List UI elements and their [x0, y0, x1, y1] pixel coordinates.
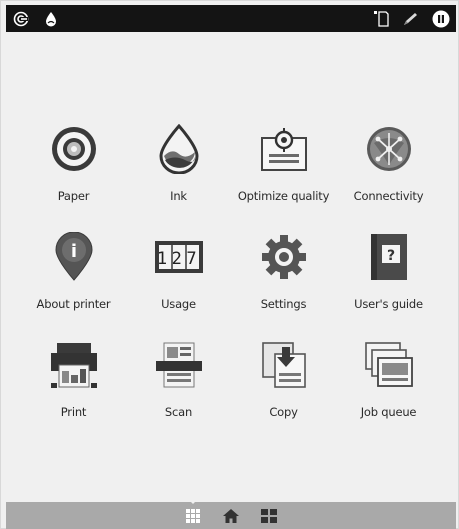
printer-home-screen: Paper Ink Optimize quality Connectivity … [0, 0, 459, 529]
bottom-nav-bar [6, 500, 456, 529]
tile-label: User's guide [354, 297, 423, 311]
active-indicator [189, 500, 197, 504]
info-pin-icon: i [49, 232, 99, 282]
network-icon[interactable] [12, 10, 30, 28]
help-book-icon: ? [364, 232, 414, 282]
tile-label: Optimize quality [237, 189, 330, 203]
app-tile-usage[interactable]: 127 Usage [126, 227, 231, 335]
apps-grid-icon [186, 509, 200, 523]
app-grid: Paper Ink Optimize quality Connectivity … [21, 119, 441, 443]
app-tile-copy[interactable]: Copy [231, 335, 336, 443]
scanner-icon [154, 340, 204, 390]
usage-counter-icon: 127 [154, 232, 204, 282]
widgets-icon [261, 509, 277, 523]
apps-grid-button[interactable] [184, 500, 202, 525]
app-tile-print[interactable]: Print [21, 335, 126, 443]
home-button[interactable] [222, 507, 240, 525]
tile-label: About printer [36, 297, 111, 311]
tile-label: Ink [170, 189, 187, 203]
app-tile-settings[interactable]: Settings [231, 227, 336, 335]
status-bar [6, 5, 456, 32]
app-tile-job-queue[interactable]: Job queue [336, 335, 441, 443]
home-icon [223, 509, 239, 523]
tile-label: Copy [269, 405, 298, 419]
ink-drop-icon [154, 124, 204, 174]
help-symbol: ? [386, 248, 394, 264]
app-tile-about-printer[interactable]: i About printer [21, 227, 126, 335]
app-tile-paper[interactable]: Paper [21, 119, 126, 227]
tile-label: Usage [161, 297, 196, 311]
app-tile-scan[interactable]: Scan [126, 335, 231, 443]
pause-icon[interactable] [432, 10, 450, 28]
paper-loaded-icon[interactable] [372, 10, 390, 28]
pen-icon[interactable] [402, 10, 420, 28]
info-symbol: i [70, 241, 76, 262]
tile-label: Connectivity [353, 189, 424, 203]
app-tile-ink[interactable]: Ink [126, 119, 231, 227]
paper-roll-icon [49, 124, 99, 174]
tile-label: Paper [57, 189, 90, 203]
copy-icon [259, 340, 309, 390]
optimize-quality-icon [259, 124, 309, 174]
tile-label: Print [60, 405, 87, 419]
app-tile-users-guide[interactable]: ? User's guide [336, 227, 441, 335]
connectivity-globe-icon [364, 124, 414, 174]
app-tile-optimize-quality[interactable]: Optimize quality [231, 119, 336, 227]
tile-label: Job queue [360, 405, 417, 419]
app-tile-connectivity[interactable]: Connectivity [336, 119, 441, 227]
printer-icon [49, 340, 99, 390]
job-queue-icon [364, 340, 414, 390]
usage-digits: 127 [156, 249, 200, 269]
ink-drop-icon[interactable] [42, 10, 60, 28]
gear-icon [259, 232, 309, 282]
tile-label: Settings [260, 297, 307, 311]
tile-label: Scan [164, 405, 193, 419]
widgets-button[interactable] [260, 507, 278, 525]
